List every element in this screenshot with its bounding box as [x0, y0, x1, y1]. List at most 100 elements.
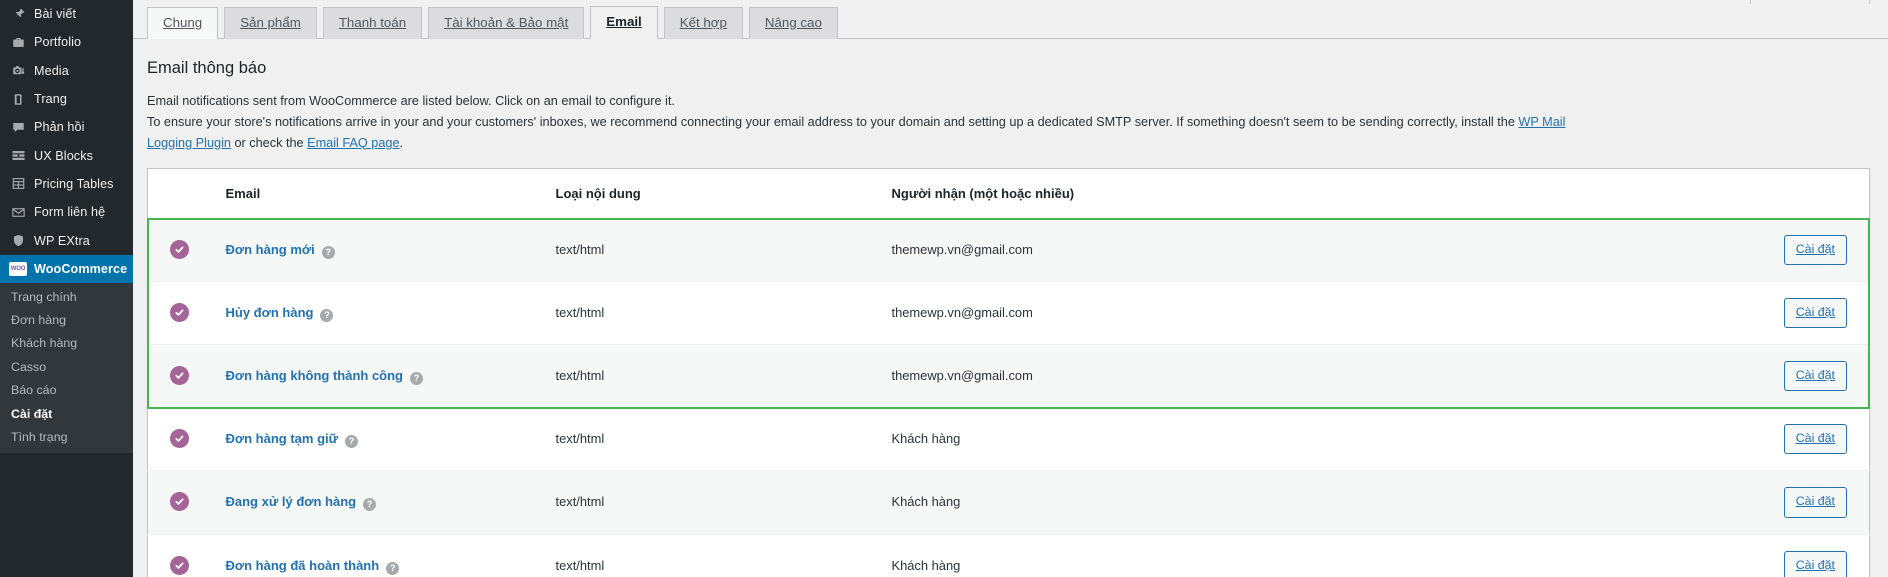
email-name-cell: Đơn hàng đã hoàn thành?	[226, 534, 556, 577]
sidebar-item-wp-extra[interactable]: WP EXtra	[0, 226, 133, 254]
email-name-cell: Hủy đơn hàng?	[226, 282, 556, 345]
tab-email[interactable]: Email	[590, 6, 657, 39]
status-enabled-check-icon[interactable]	[170, 492, 189, 511]
envelope-icon	[9, 203, 27, 221]
email-status-cell[interactable]	[148, 219, 226, 282]
help-tip-icon[interactable]: ?	[322, 246, 335, 259]
table-row[interactable]: Đang xử lý đơn hàng?text/htmlKhách hàngC…	[148, 471, 1870, 534]
status-enabled-check-icon[interactable]	[170, 556, 189, 575]
email-name-link[interactable]: Đơn hàng đã hoàn thành	[226, 558, 380, 573]
status-enabled-check-icon[interactable]	[170, 303, 189, 322]
woocommerce-logo: WOO	[9, 262, 27, 276]
column-header-recipient: Người nhận (một hoặc nhiều)	[892, 169, 1750, 219]
tab-s-n-ph-m[interactable]: Sản phẩm	[224, 7, 317, 39]
status-enabled-check-icon[interactable]	[170, 429, 189, 448]
email-name-link[interactable]: Hủy đơn hàng	[226, 305, 314, 320]
sidebar-item-b-i-vi-t[interactable]: Bài viết	[0, 0, 133, 28]
email-action-cell: Cài đặt	[1750, 345, 1870, 408]
comment-icon	[9, 118, 27, 136]
table-row[interactable]: Đơn hàng tạm giữ?text/htmlKhách hàngCài …	[148, 408, 1870, 471]
tab-chung[interactable]: Chung	[147, 7, 218, 39]
sidebar-item-pricing-tables[interactable]: Pricing Tables	[0, 170, 133, 198]
email-faq-page-link[interactable]: Email FAQ page	[307, 136, 399, 150]
tab-thanh-to-n[interactable]: Thanh toán	[323, 7, 422, 39]
table-row[interactable]: Đơn hàng đã hoàn thành?text/htmlKhách hà…	[148, 534, 1870, 577]
sidebar-item-media[interactable]: Media	[0, 57, 133, 85]
admin-screen: Bài viếtPortfolioMedia Trang Phản hồi UX Bl…	[0, 0, 1888, 577]
help-tip-icon[interactable]: ?	[410, 372, 423, 385]
email-recipient-cell: Khách hàng	[892, 408, 1750, 471]
woocommerce-submenu: Trang chínhĐơn hàngKhách hàngCassoBáo cá…	[0, 283, 133, 453]
sidebar-item-ph-n-h-i[interactable]: Phản hồi	[0, 113, 133, 141]
email-table-wrapper: Email Loại nội dung Người nhận (một hoặc…	[147, 168, 1870, 577]
submenu-item-kh-ch-h-ng[interactable]: Khách hàng	[0, 332, 133, 355]
email-status-cell[interactable]	[148, 534, 226, 577]
tab-n-ng-cao[interactable]: Nâng cao	[749, 7, 838, 39]
email-name-cell: Đơn hàng mới?	[226, 219, 556, 282]
description-line-2-part-2: or check the	[231, 136, 307, 150]
manage-settings-button[interactable]: Cài đặt	[1784, 235, 1847, 265]
help-tip-icon[interactable]: ?	[363, 498, 376, 511]
table-row[interactable]: Đơn hàng không thành công? text/htmltheme…	[148, 345, 1870, 408]
email-action-cell: Cài đặt	[1750, 282, 1870, 345]
sidebar-item-label: Phản hồi	[34, 120, 85, 134]
sidebar-item-trang[interactable]: Trang	[0, 85, 133, 113]
email-name-link[interactable]: Đơn hàng tạm giữ	[226, 431, 339, 446]
email-status-cell[interactable]	[148, 471, 226, 534]
email-content-type-cell: text/html	[556, 408, 892, 471]
email-name-link[interactable]: Đơn hàng mới	[226, 242, 315, 257]
table-row[interactable]: Đơn hàng mới?text/htmlthemewp.vn@gmail.c…	[148, 219, 1870, 282]
manage-settings-button[interactable]: Cài đặt	[1784, 551, 1847, 577]
manage-settings-button[interactable]: Cài đặt	[1784, 298, 1847, 328]
status-enabled-check-icon[interactable]	[170, 366, 189, 385]
page-icon	[9, 90, 27, 108]
email-status-cell[interactable]	[148, 282, 226, 345]
submenu-item-casso[interactable]: Casso	[0, 355, 133, 378]
table-header-row: Email Loại nội dung Người nhận (một hoặc…	[148, 169, 1870, 219]
help-tip-icon[interactable]: ?	[386, 562, 399, 575]
sidebar-item-ux-blocks[interactable]: UX Blocks	[0, 141, 133, 169]
settings-tab-bar: ChungSản phẩmThanh toánTài khoản & Bảo m…	[133, 0, 1888, 39]
sidebar-item-label: WP EXtra	[34, 234, 90, 248]
manage-settings-button[interactable]: Cài đặt	[1784, 424, 1847, 454]
email-recipient-cell: themewp.vn@gmail.com	[892, 345, 1750, 408]
briefcase-icon	[9, 33, 27, 51]
admin-sidebar: Bài viếtPortfolioMedia Trang Phản hồi UX Bl…	[0, 0, 133, 577]
submenu-item-c-i-t[interactable]: Cài đặt	[0, 402, 133, 425]
help-tip-icon[interactable]: ?	[320, 309, 333, 322]
email-action-cell: Cài đặt	[1750, 408, 1870, 471]
email-content-type-cell: text/html	[556, 345, 892, 408]
table-row[interactable]: Hủy đơn hàng?text/htmlthemewp.vn@gmail.c…	[148, 282, 1870, 345]
email-notifications-table: Email Loại nội dung Người nhận (một hoặc…	[147, 168, 1870, 577]
page-title: Email thông báo	[147, 58, 1870, 79]
manage-settings-button[interactable]: Cài đặt	[1784, 361, 1847, 391]
sidebar-item-portfolio[interactable]: Portfolio	[0, 28, 133, 56]
shield-icon	[9, 232, 27, 250]
submenu-item-trang-ch-nh[interactable]: Trang chính	[0, 285, 133, 308]
email-name-link[interactable]: Đơn hàng không thành công	[226, 368, 404, 383]
email-status-cell[interactable]	[148, 408, 226, 471]
sidebar-item-form-li-n-h[interactable]: Form liên hệ	[0, 198, 133, 226]
email-content-type-cell: text/html	[556, 282, 892, 345]
description-line-2-part-3: .	[400, 136, 404, 150]
sidebar-item-label: Form liên hệ	[34, 205, 105, 219]
manage-settings-button[interactable]: Cài đặt	[1784, 487, 1847, 517]
status-enabled-check-icon[interactable]	[170, 240, 189, 259]
column-header-content-type: Loại nội dung	[556, 169, 892, 219]
tab-t-i-kho-n-b-o-m-t[interactable]: Tài khoản & Bảo mật	[428, 7, 584, 39]
email-recipient-cell: Khách hàng	[892, 471, 1750, 534]
sidebar-item-woocommerce[interactable]: WOOWooCommerce	[0, 255, 133, 283]
submenu-item-b-o-c-o[interactable]: Báo cáo	[0, 379, 133, 402]
main-content: ChungSản phẩmThanh toánTài khoản & Bảo m…	[133, 0, 1888, 577]
sidebar-item-label: Pricing Tables	[34, 177, 114, 191]
email-recipient-cell: themewp.vn@gmail.com	[892, 219, 1750, 282]
help-tip-icon[interactable]: ?	[345, 435, 358, 448]
email-name-cell: Đơn hàng tạm giữ?	[226, 408, 556, 471]
email-name-link[interactable]: Đang xử lý đơn hàng	[226, 494, 357, 509]
email-status-cell[interactable]	[148, 345, 226, 408]
submenu-item-t-nh-tr-ng[interactable]: Tình trạng	[0, 425, 133, 448]
email-recipient-cell: Khách hàng	[892, 534, 1750, 577]
tab-k-t-h-p[interactable]: Kết hợp	[664, 7, 743, 39]
submenu-item-n-h-ng[interactable]: Đơn hàng	[0, 308, 133, 331]
sidebar-item-label: Trang	[34, 92, 67, 106]
